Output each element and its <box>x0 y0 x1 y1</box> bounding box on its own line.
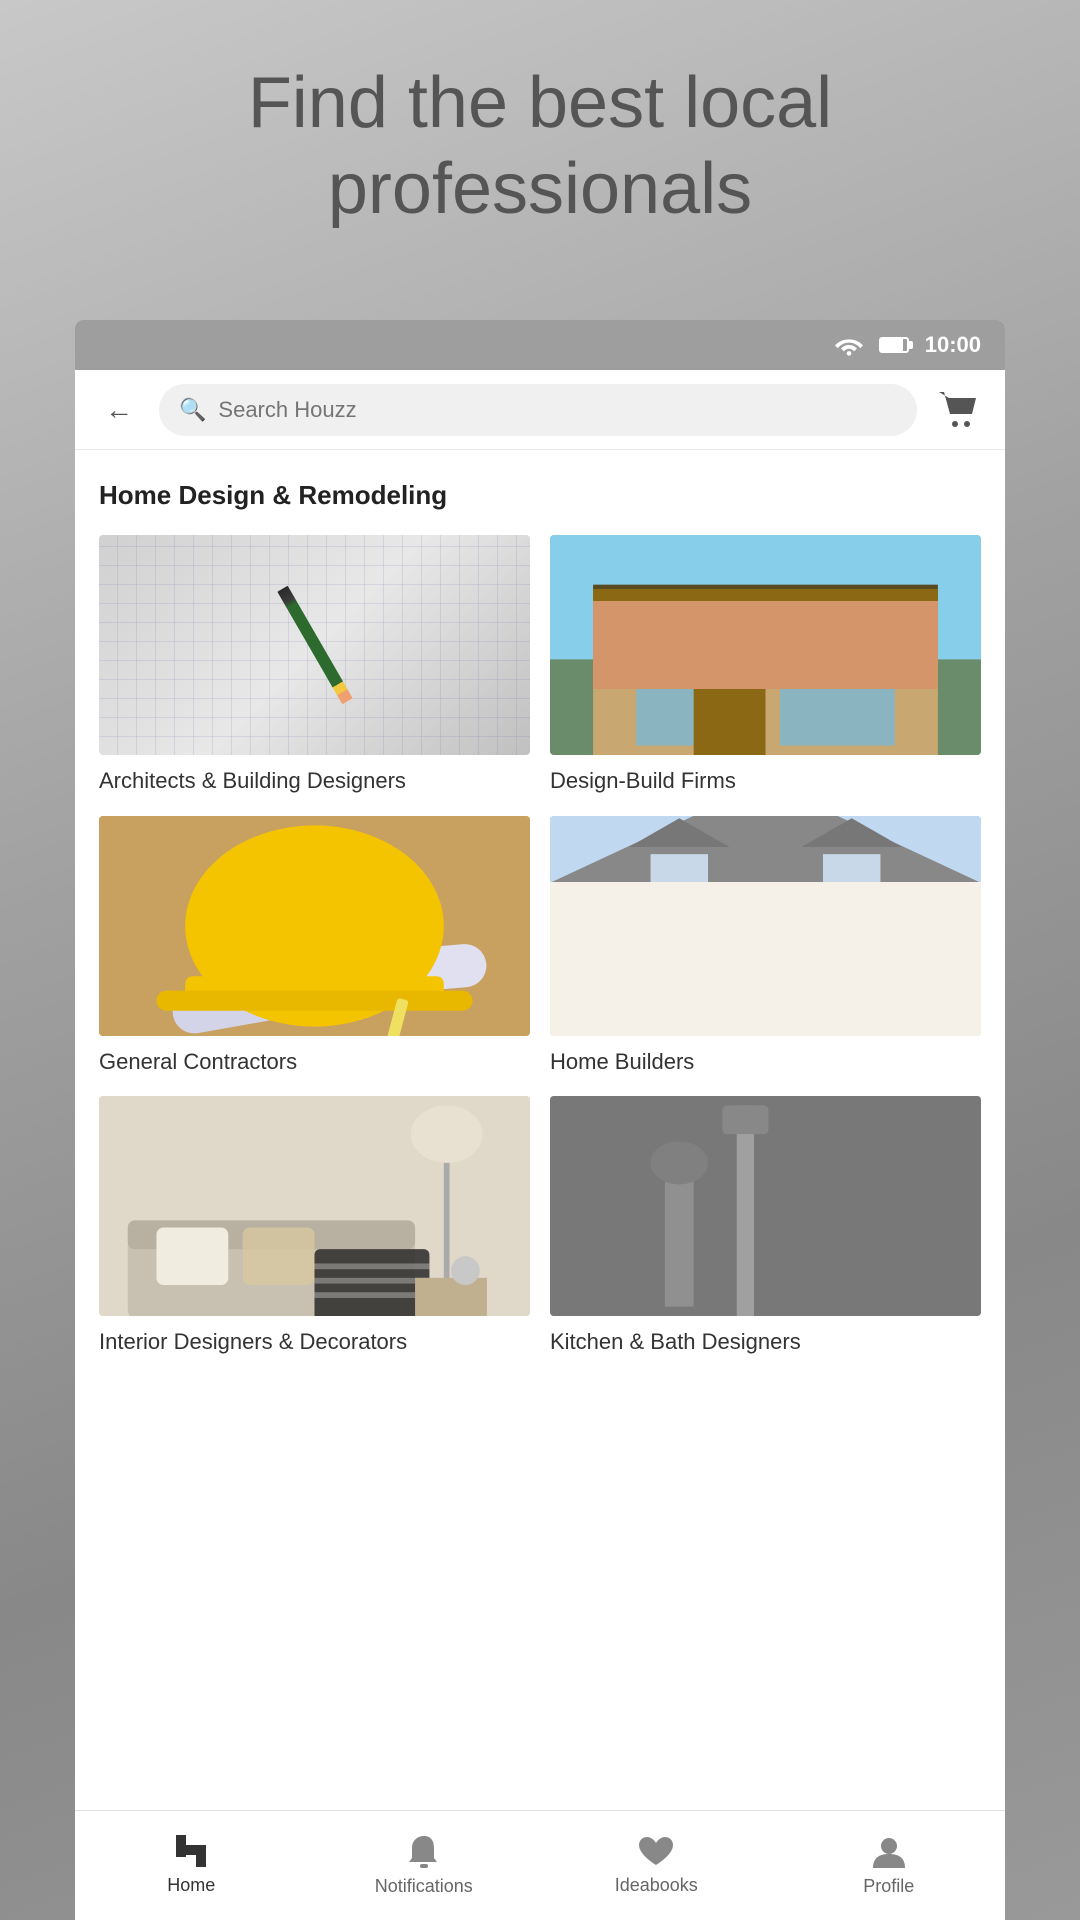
contractors-image <box>99 816 530 1036</box>
category-architects[interactable]: Architects & Building Designers <box>99 535 530 796</box>
nav-notifications[interactable]: Notifications <box>308 1811 541 1920</box>
hero-text: Find the best local professionals <box>0 60 1080 233</box>
category-design-build[interactable]: Design-Build Firms <box>550 535 981 796</box>
pencil-shape <box>277 586 352 705</box>
contractors-label: General Contractors <box>99 1048 530 1077</box>
builders-svg <box>550 816 981 1036</box>
category-grid: Architects & Building Designers <box>99 535 981 1357</box>
toolbar: ← 🔍 <box>75 370 1005 450</box>
nav-notifications-label: Notifications <box>375 1876 473 1897</box>
design-build-image <box>550 535 981 755</box>
back-button[interactable]: ← <box>95 386 143 434</box>
interior-image <box>99 1096 530 1316</box>
nav-home-label: Home <box>167 1875 215 1896</box>
nav-home[interactable]: Home <box>75 1811 308 1920</box>
architects-image <box>99 535 530 755</box>
search-input[interactable] <box>218 397 897 423</box>
scroll-content: Home Design & Remodeling Architects & Bu… <box>75 450 1005 1810</box>
search-icon: 🔍 <box>179 397 206 423</box>
builders-image <box>550 816 981 1036</box>
kitchen-svg <box>550 1096 981 1316</box>
kitchen-image <box>550 1096 981 1316</box>
bottom-nav: Home Notifications Ideabooks <box>75 1810 1005 1920</box>
cart-icon <box>939 392 979 428</box>
cart-button[interactable] <box>933 384 985 436</box>
search-bar[interactable]: 🔍 <box>159 384 917 436</box>
section-title: Home Design & Remodeling <box>99 480 981 511</box>
heart-icon <box>637 1835 675 1869</box>
house-svg <box>550 535 981 755</box>
wifi-icon <box>835 334 863 356</box>
nav-profile[interactable]: Profile <box>773 1811 1006 1920</box>
status-bar: 10:00 <box>75 320 1005 370</box>
category-interior[interactable]: Interior Designers & Decorators <box>99 1096 530 1357</box>
builders-label: Home Builders <box>550 1048 981 1077</box>
phone-card: 10:00 ← 🔍 Home Design & Remodeling <box>75 320 1005 1920</box>
category-builders[interactable]: Home Builders <box>550 816 981 1077</box>
nav-ideabooks-label: Ideabooks <box>615 1875 698 1896</box>
kitchen-label: Kitchen & Bath Designers <box>550 1328 981 1357</box>
architects-label: Architects & Building Designers <box>99 767 530 796</box>
home-icon <box>172 1835 210 1869</box>
interior-svg <box>99 1096 530 1316</box>
nav-ideabooks[interactable]: Ideabooks <box>540 1811 773 1920</box>
battery-icon <box>879 337 909 353</box>
interior-label: Interior Designers & Decorators <box>99 1328 530 1357</box>
hardhat-svg <box>99 816 530 1036</box>
nav-profile-label: Profile <box>863 1876 914 1897</box>
notifications-icon <box>406 1834 442 1870</box>
back-arrow-icon: ← <box>105 394 133 426</box>
design-build-label: Design-Build Firms <box>550 767 981 796</box>
profile-icon <box>871 1834 907 1870</box>
status-time: 10:00 <box>925 332 981 358</box>
category-kitchen[interactable]: Kitchen & Bath Designers <box>550 1096 981 1357</box>
category-contractors[interactable]: General Contractors <box>99 816 530 1077</box>
